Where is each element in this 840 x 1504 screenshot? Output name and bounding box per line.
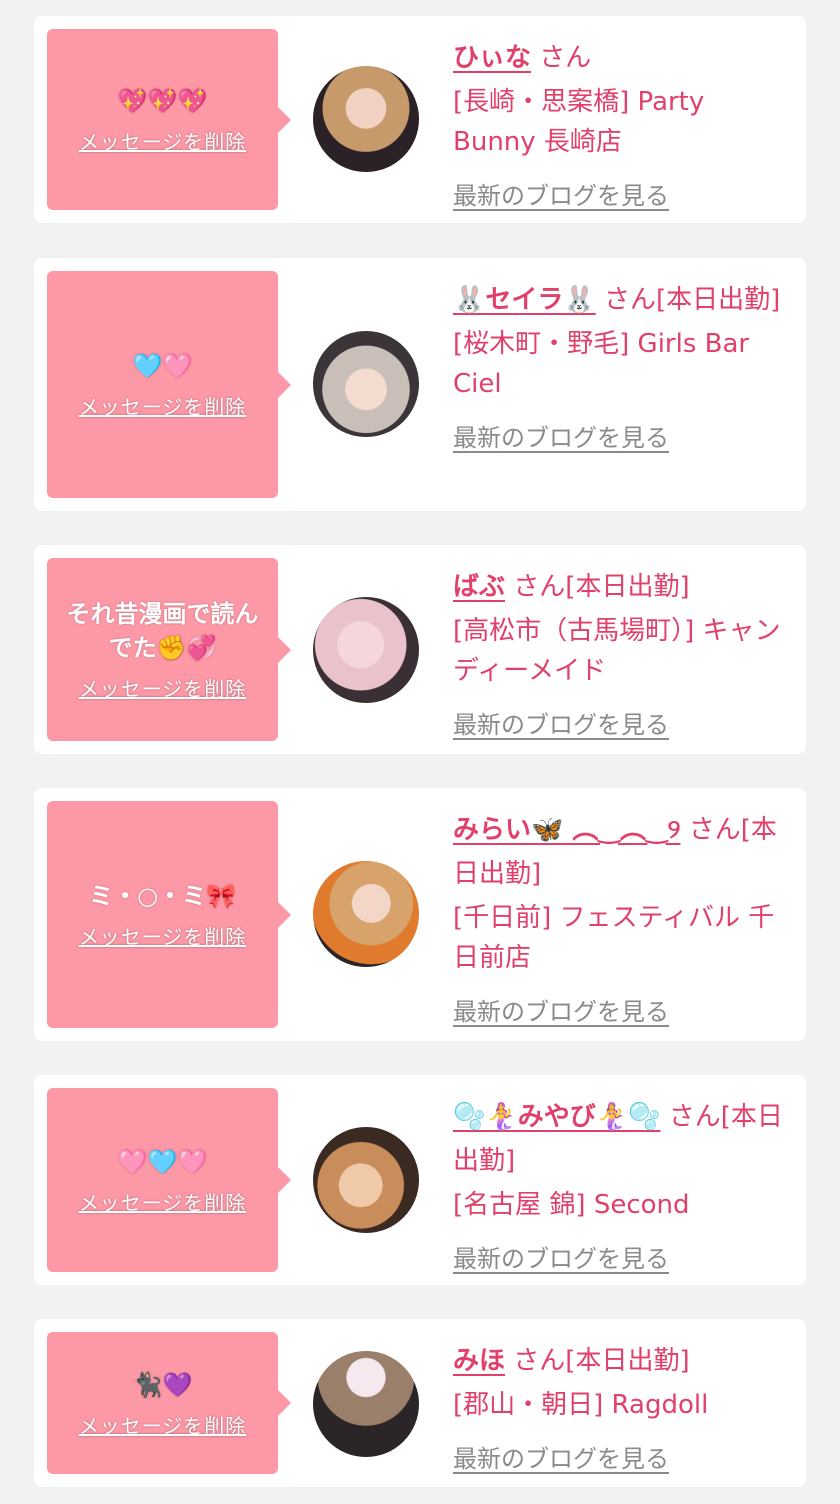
message-bubble: 💖💖💖 メッセージを削除 — [47, 29, 291, 210]
avatar[interactable] — [313, 66, 419, 172]
profile-name-link[interactable]: ひぃな — [453, 43, 531, 73]
message-bubble: ミ・○・ミ🎀 メッセージを削除 — [47, 801, 291, 1028]
name-line: 🐰セイラ🐰 さん[本日出勤] — [453, 278, 793, 322]
latest-blog-link[interactable]: 最新のブログを見る — [453, 1239, 669, 1274]
message-bubble: それ昔漫画で読んでた✊💞 メッセージを削除 — [47, 558, 291, 741]
delete-message-link[interactable]: メッセージを削除 — [79, 673, 247, 702]
message-text: 🐈‍⬛💜 — [132, 1370, 193, 1399]
name-line: 🫧🧜‍♀️みやび🧜‍♀️🫧 さん[本日出勤] — [453, 1095, 793, 1183]
profile-name-link[interactable]: みほ — [453, 1346, 505, 1376]
message-bubble: 🩷🩵🩷 メッセージを削除 — [47, 1088, 291, 1272]
profile-info: ばぶ さん[本日出勤] [高松市（古馬場町）] キャンディーメイド 最新のブログ… — [453, 565, 793, 740]
shop-name: [桜木町・野毛] Girls Bar Ciel — [453, 329, 750, 399]
name-line: ひぃな さん — [453, 36, 793, 80]
delete-message-link[interactable]: メッセージを削除 — [79, 126, 247, 155]
message-card: 🐈‍⬛💜 メッセージを削除 みほ さん[本日出勤] [郡山・朝日] Ragdol… — [34, 1319, 806, 1487]
honorific: さん — [688, 815, 741, 845]
delete-message-link[interactable]: メッセージを削除 — [79, 1410, 247, 1439]
shop-name: [千日前] フェスティバル 千日前店 — [453, 903, 775, 973]
status-tag: [本日出勤] — [565, 1346, 690, 1376]
latest-blog-link[interactable]: 最新のブログを見る — [453, 418, 669, 453]
latest-blog-link[interactable]: 最新のブログを見る — [453, 1439, 669, 1474]
honorific: さん — [668, 1102, 721, 1132]
message-card: ミ・○・ミ🎀 メッセージを削除 みらい🦋 ︵‿︵‿୨ さん[本日出勤] [千日前… — [34, 788, 806, 1041]
profile-name-link[interactable]: 🐰セイラ🐰 — [453, 285, 596, 315]
name-line: みらい🦋 ︵‿︵‿୨ さん[本日出勤] — [453, 808, 793, 896]
profile-info: 🫧🧜‍♀️みやび🧜‍♀️🫧 さん[本日出勤] [名古屋 錦] Second 最新… — [453, 1095, 793, 1274]
message-text: 🩷🩵🩷 — [117, 1147, 208, 1176]
message-text: ミ・○・ミ🎀 — [89, 882, 236, 910]
honorific: さん — [539, 43, 592, 73]
status-tag: [本日出勤] — [565, 572, 690, 602]
avatar[interactable] — [313, 331, 419, 437]
honorific: さん — [513, 572, 566, 602]
shop-name: [名古屋 錦] Second — [453, 1190, 690, 1220]
message-text: 💖💖💖 — [117, 87, 208, 115]
profile-info: 🐰セイラ🐰 さん[本日出勤] [桜木町・野毛] Girls Bar Ciel 最… — [453, 278, 793, 453]
shop-name: [長崎・思案橋] Party Bunny 長崎店 — [453, 87, 705, 157]
name-line: みほ さん[本日出勤] — [453, 1339, 793, 1383]
message-card: 🩵🩷 メッセージを削除 🐰セイラ🐰 さん[本日出勤] [桜木町・野毛] Girl… — [34, 258, 806, 511]
avatar[interactable] — [313, 1351, 419, 1457]
avatar[interactable] — [313, 861, 419, 967]
message-bubble: 🩵🩷 メッセージを削除 — [47, 271, 291, 498]
message-text: それ昔漫画で読んでた✊💞 — [66, 600, 259, 662]
profile-name-link[interactable]: 🫧🧜‍♀️みやび🧜‍♀️🫧 — [453, 1102, 661, 1132]
message-text: 🩵🩷 — [132, 352, 193, 380]
latest-blog-link[interactable]: 最新のブログを見る — [453, 992, 669, 1027]
status-tag: [本日出勤] — [656, 285, 781, 315]
honorific: さん — [604, 285, 657, 315]
message-card: 🩷🩵🩷 メッセージを削除 🫧🧜‍♀️みやび🧜‍♀️🫧 さん[本日出勤] [名古屋… — [34, 1075, 806, 1285]
shop-name: [高松市（古馬場町）] キャンディーメイド — [453, 616, 781, 686]
message-card: それ昔漫画で読んでた✊💞 メッセージを削除 ばぶ さん[本日出勤] [高松市（古… — [34, 545, 806, 754]
latest-blog-link[interactable]: 最新のブログを見る — [453, 176, 669, 211]
avatar[interactable] — [313, 1127, 419, 1233]
message-card: 💖💖💖 メッセージを削除 ひぃな さん [長崎・思案橋] Party Bunny… — [34, 16, 806, 223]
profile-info: みほ さん[本日出勤] [郡山・朝日] Ragdoll 最新のブログを見る — [453, 1339, 793, 1474]
profile-info: みらい🦋 ︵‿︵‿୨ さん[本日出勤] [千日前] フェスティバル 千日前店 最… — [453, 808, 793, 1027]
name-line: ばぶ さん[本日出勤] — [453, 565, 793, 609]
profile-name-link[interactable]: みらい🦋 ︵‿︵‿୨ — [453, 815, 680, 845]
delete-message-link[interactable]: メッセージを削除 — [79, 921, 247, 950]
latest-blog-link[interactable]: 最新のブログを見る — [453, 705, 669, 740]
profile-name-link[interactable]: ばぶ — [453, 572, 505, 602]
delete-message-link[interactable]: メッセージを削除 — [79, 391, 247, 420]
avatar[interactable] — [313, 597, 419, 703]
shop-name: [郡山・朝日] Ragdoll — [453, 1390, 709, 1420]
honorific: さん — [513, 1346, 566, 1376]
message-bubble: 🐈‍⬛💜 メッセージを削除 — [47, 1332, 291, 1474]
profile-info: ひぃな さん [長崎・思案橋] Party Bunny 長崎店 最新のブログを見… — [453, 36, 793, 211]
delete-message-link[interactable]: メッセージを削除 — [79, 1187, 247, 1216]
